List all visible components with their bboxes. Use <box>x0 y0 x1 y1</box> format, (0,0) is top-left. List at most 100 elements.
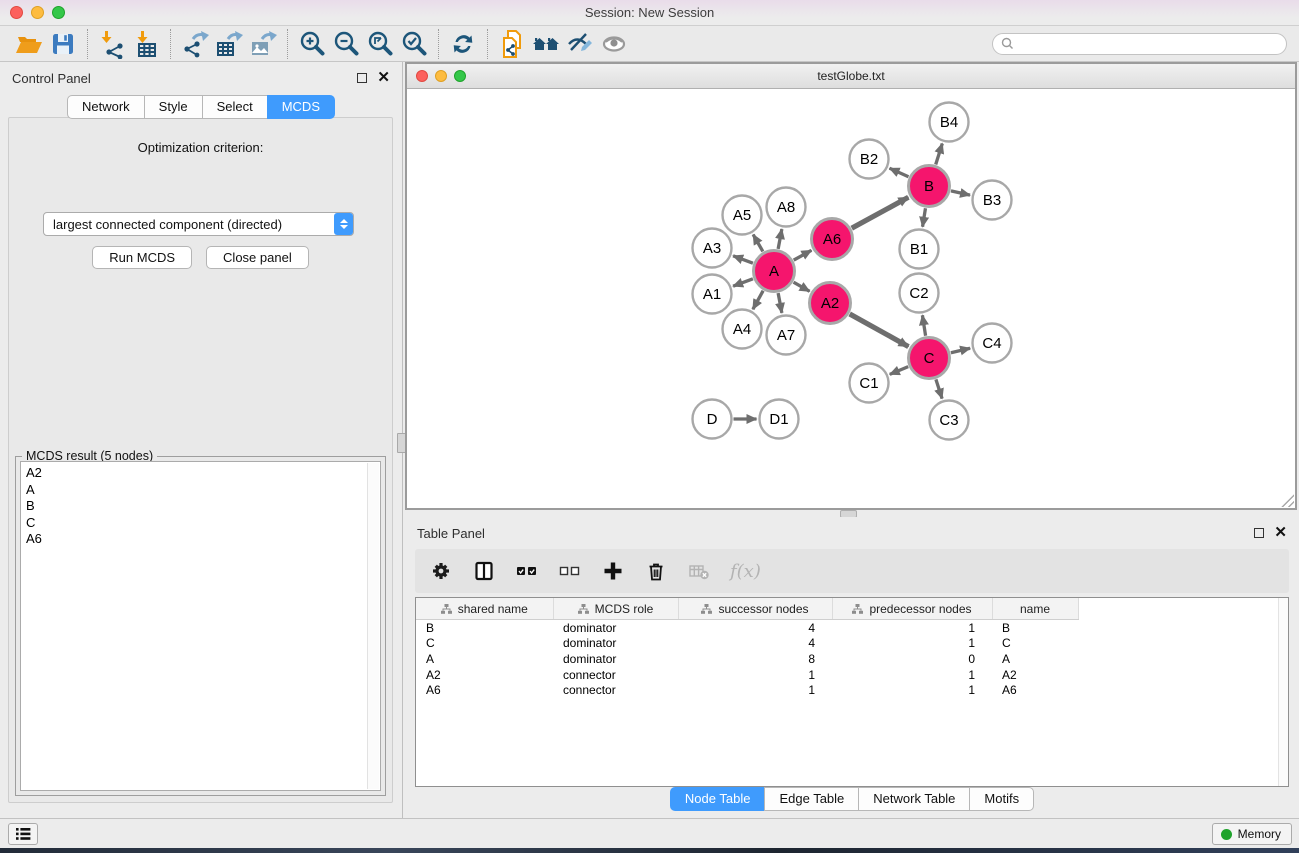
graph-edge-A2-C[interactable] <box>850 314 909 347</box>
column-header-mcds-role[interactable]: MCDS role <box>553 598 678 620</box>
network-overview-icon[interactable] <box>529 28 563 60</box>
tab-style[interactable]: Style <box>144 95 203 119</box>
table-settings-icon[interactable] <box>429 559 453 583</box>
graph-edge-A-A1[interactable] <box>733 279 753 286</box>
graph-node-A4[interactable]: A4 <box>723 310 762 349</box>
table-scrollbar[interactable] <box>1278 598 1288 786</box>
export-table-icon[interactable] <box>212 28 246 60</box>
result-scrollbar[interactable] <box>367 463 379 789</box>
hide-graphics-details-icon[interactable] <box>563 28 597 60</box>
zoom-selected-icon[interactable] <box>397 28 431 60</box>
close-panel-button[interactable]: Close panel <box>206 246 309 269</box>
graph-node-B3[interactable]: B3 <box>973 181 1012 220</box>
mcds-result-item[interactable]: A2 <box>26 465 380 482</box>
export-image-icon[interactable] <box>246 28 280 60</box>
close-panel-icon[interactable]: ✕ <box>377 73 390 83</box>
graph-edge-A-A7[interactable] <box>778 293 782 313</box>
graph-node-C[interactable]: C <box>909 338 950 379</box>
table-row[interactable]: A2connector11A2 <box>416 667 1078 683</box>
graph-node-A2[interactable]: A2 <box>810 283 851 324</box>
zoom-in-icon[interactable] <box>295 28 329 60</box>
graph-node-C2[interactable]: C2 <box>900 274 939 313</box>
network-canvas[interactable]: B4B2BB3A5A8A6B1A3AC2A1A2A4A7C4CC1C3DD1 <box>407 89 1295 508</box>
search-input[interactable] <box>1020 36 1278 52</box>
tab-select[interactable]: Select <box>202 95 268 119</box>
tab-mcds[interactable]: MCDS <box>267 95 335 119</box>
graph-node-D1[interactable]: D1 <box>760 400 799 439</box>
show-graphics-details-icon[interactable] <box>597 28 631 60</box>
mcds-result-item[interactable]: B <box>26 498 380 515</box>
graph-node-B1[interactable]: B1 <box>900 230 939 269</box>
float-panel-icon[interactable] <box>357 73 367 83</box>
graph-edge-B-B4[interactable] <box>936 143 943 164</box>
tab-edge-table[interactable]: Edge Table <box>764 787 859 811</box>
graph-node-A6[interactable]: A6 <box>812 219 853 260</box>
close-table-panel-icon[interactable]: ✕ <box>1274 528 1287 538</box>
graph-edge-B-B1[interactable] <box>923 208 926 227</box>
mcds-result-item[interactable]: A6 <box>26 531 380 548</box>
open-file-icon[interactable] <box>12 28 46 60</box>
graph-edge-A-A6[interactable] <box>794 250 812 260</box>
import-network-icon[interactable] <box>95 28 129 60</box>
table-row[interactable]: Cdominator41C <box>416 636 1078 652</box>
graph-node-C1[interactable]: C1 <box>850 364 889 403</box>
column-header-name[interactable]: name <box>992 598 1078 620</box>
graph-node-B4[interactable]: B4 <box>930 103 969 142</box>
minimize-network-button[interactable] <box>435 70 447 82</box>
delete-table-icon[interactable] <box>687 559 711 583</box>
column-header-predecessor-nodes[interactable]: predecessor nodes <box>832 598 992 620</box>
search-box[interactable] <box>992 33 1287 55</box>
import-table-icon[interactable] <box>129 28 163 60</box>
tab-motifs[interactable]: Motifs <box>969 787 1034 811</box>
graph-node-A7[interactable]: A7 <box>767 316 806 355</box>
new-network-from-selection-icon[interactable] <box>495 28 529 60</box>
graph-edge-A-A5[interactable] <box>753 235 763 252</box>
deselect-all-icon[interactable] <box>558 559 582 583</box>
tab-network[interactable]: Network <box>67 95 145 119</box>
save-session-icon[interactable] <box>46 28 80 60</box>
graph-node-D[interactable]: D <box>693 400 732 439</box>
mcds-result-item[interactable]: A <box>26 482 380 499</box>
graph-node-B2[interactable]: B2 <box>850 140 889 179</box>
mcds-result-list[interactable]: A2ABCA6 <box>20 461 381 791</box>
mcds-result-item[interactable]: C <box>26 515 380 532</box>
graph-node-C4[interactable]: C4 <box>973 324 1012 363</box>
function-builder-icon[interactable]: f(x) <box>730 561 761 582</box>
graph-node-A5[interactable]: A5 <box>723 196 762 235</box>
graph-edge-B-B2[interactable] <box>890 168 909 177</box>
graph-edge-A-A2[interactable] <box>794 282 810 291</box>
graph-edge-C-C4[interactable] <box>951 348 970 353</box>
memory-button[interactable]: Memory <box>1212 823 1292 845</box>
graph-node-A1[interactable]: A1 <box>693 275 732 314</box>
criterion-select[interactable]: largest connected component (directed) <box>43 212 354 236</box>
graph-edge-A-A3[interactable] <box>733 256 753 263</box>
column-header-shared-name[interactable]: shared name <box>416 598 553 620</box>
show-panels-button[interactable] <box>8 823 38 845</box>
add-row-icon[interactable] <box>601 559 625 583</box>
zoom-fit-icon[interactable] <box>363 28 397 60</box>
zoom-out-icon[interactable] <box>329 28 363 60</box>
column-header-successor-nodes[interactable]: successor nodes <box>678 598 832 620</box>
graph-node-C3[interactable]: C3 <box>930 401 969 440</box>
graph-edge-A-A8[interactable] <box>778 229 782 249</box>
table-row[interactable]: A6connector11A6 <box>416 682 1078 698</box>
table-row[interactable]: Adominator80A <box>416 651 1078 667</box>
close-network-button[interactable] <box>416 70 428 82</box>
graph-edge-B-B3[interactable] <box>951 191 970 195</box>
graph-edge-C-C2[interactable] <box>922 315 925 336</box>
tab-node-table[interactable]: Node Table <box>670 787 766 811</box>
select-all-icon[interactable] <box>515 559 539 583</box>
graph-edge-C-C1[interactable] <box>890 367 908 375</box>
tab-network-table[interactable]: Network Table <box>858 787 970 811</box>
graph-edge-C-C3[interactable] <box>936 379 942 398</box>
graph-node-A[interactable]: A <box>754 251 795 292</box>
graph-node-A3[interactable]: A3 <box>693 229 732 268</box>
run-mcds-button[interactable]: Run MCDS <box>92 246 192 269</box>
graph-edge-A6-B[interactable] <box>852 197 909 228</box>
refresh-view-icon[interactable] <box>446 28 480 60</box>
graph-node-B[interactable]: B <box>909 166 950 207</box>
network-graph[interactable]: B4B2BB3A5A8A6B1A3AC2A1A2A4A7C4CC1C3DD1 <box>407 89 1295 511</box>
delete-row-icon[interactable] <box>644 559 668 583</box>
table-row[interactable]: Bdominator41B <box>416 620 1078 636</box>
export-network-icon[interactable] <box>178 28 212 60</box>
